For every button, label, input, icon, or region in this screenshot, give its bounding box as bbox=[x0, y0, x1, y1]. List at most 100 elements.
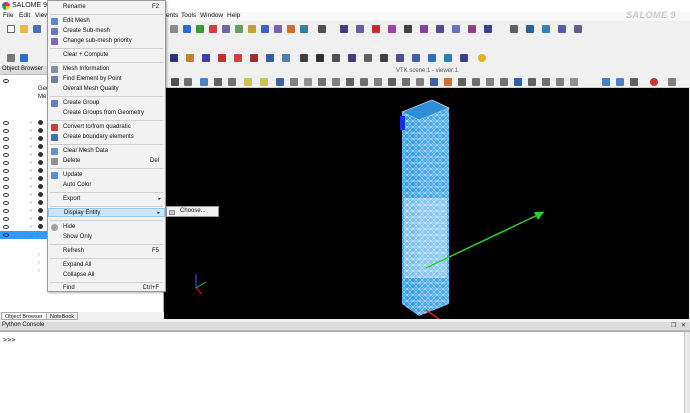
expand-arrow-icon[interactable]: › bbox=[30, 192, 32, 198]
view-tool-icon[interactable] bbox=[290, 78, 298, 86]
mesh-tool-icon[interactable] bbox=[300, 25, 308, 33]
expand-arrow-icon[interactable]: ⌄ bbox=[30, 232, 34, 238]
view-tool-icon[interactable] bbox=[304, 78, 312, 86]
expand-arrow-icon[interactable]: › bbox=[30, 200, 32, 206]
mesh-op-icon[interactable] bbox=[300, 54, 308, 62]
tree-row[interactable]: › bbox=[0, 151, 50, 159]
view-tool-icon[interactable] bbox=[374, 78, 382, 86]
mesh-tool-icon[interactable] bbox=[388, 25, 396, 33]
menu-file[interactable]: File bbox=[3, 12, 13, 19]
eye-icon[interactable] bbox=[3, 225, 9, 229]
menu-window[interactable]: Window bbox=[200, 12, 223, 19]
eye-icon[interactable] bbox=[3, 145, 9, 149]
mesh-op-icon[interactable] bbox=[380, 54, 388, 62]
mesh-op-icon[interactable] bbox=[186, 54, 194, 62]
eye-icon[interactable] bbox=[3, 185, 9, 189]
ctx-item-clear-compute[interactable]: Clear + Compute bbox=[48, 51, 165, 60]
tree-row[interactable]: › bbox=[0, 175, 50, 183]
ctx-item-overall-mesh-quality[interactable]: Overall Mesh Quality bbox=[48, 85, 165, 94]
mesh-tool-icon[interactable] bbox=[558, 25, 566, 33]
eye-icon[interactable] bbox=[3, 209, 9, 213]
mesh-tool-icon[interactable] bbox=[170, 25, 178, 33]
submenu-item-choose[interactable]: Choose... bbox=[180, 208, 206, 214]
ctx-item-refresh[interactable]: Refresh F5 bbox=[48, 247, 165, 256]
view-tool-icon[interactable] bbox=[500, 78, 508, 86]
ctx-item-rename[interactable]: Rename F2 bbox=[48, 3, 165, 12]
mesh-tool-icon[interactable] bbox=[526, 25, 534, 33]
mesh-op-icon[interactable] bbox=[396, 54, 404, 62]
expand-arrow-icon[interactable]: › bbox=[30, 184, 32, 190]
mesh-tool-icon[interactable] bbox=[183, 25, 191, 33]
mesh-op-icon[interactable] bbox=[266, 54, 274, 62]
save-icon[interactable] bbox=[33, 25, 41, 33]
eye-icon[interactable] bbox=[3, 201, 9, 205]
view-tool-icon[interactable] bbox=[402, 78, 410, 86]
mesh-tool-icon[interactable] bbox=[248, 25, 256, 33]
ctx-item-hide[interactable]: Hide bbox=[48, 223, 165, 232]
mesh-module-icon[interactable] bbox=[7, 54, 15, 62]
ctx-item-clear-mesh-data[interactable]: Clear Mesh Data bbox=[48, 147, 165, 156]
ctx-item-show-only[interactable]: Show Only bbox=[48, 233, 165, 242]
eye-icon[interactable] bbox=[3, 153, 9, 157]
ctx-item-display-entity[interactable]: Display Entity ▸ bbox=[48, 208, 165, 217]
mesh-op-icon[interactable] bbox=[282, 54, 290, 62]
tree-row[interactable]: › bbox=[0, 159, 50, 167]
mesh-tool-icon[interactable] bbox=[510, 25, 518, 33]
eye-icon[interactable] bbox=[3, 129, 9, 133]
expand-arrow-icon[interactable]: › bbox=[30, 152, 32, 158]
view-tool-icon[interactable] bbox=[228, 78, 236, 86]
tab-notebook[interactable]: NoteBook bbox=[46, 312, 79, 320]
view-tool-icon[interactable] bbox=[416, 78, 424, 86]
tree-row[interactable]: › bbox=[0, 207, 50, 215]
menu-help[interactable]: Help bbox=[227, 12, 240, 19]
mesh-op-icon[interactable] bbox=[202, 54, 210, 62]
mesh-tool-icon[interactable] bbox=[468, 25, 476, 33]
ctx-item-change-sub-mesh-priority[interactable]: Change sub-mesh priority bbox=[48, 37, 165, 46]
view-tool-icon[interactable] bbox=[528, 78, 536, 86]
view-tool-icon[interactable] bbox=[276, 78, 284, 86]
open-folder-icon[interactable] bbox=[20, 25, 28, 33]
tree-row[interactable]: › bbox=[0, 135, 50, 143]
mesh-tool-icon[interactable] bbox=[574, 25, 582, 33]
mesh-tool-icon[interactable] bbox=[196, 25, 204, 33]
view-tool-icon[interactable] bbox=[244, 78, 252, 86]
mesh-op-icon[interactable] bbox=[332, 54, 340, 62]
mesh-op-icon[interactable] bbox=[428, 54, 436, 62]
mesh-op-icon[interactable] bbox=[444, 54, 452, 62]
close-icon[interactable]: ✕ bbox=[681, 322, 686, 329]
view-tool-icon[interactable] bbox=[630, 78, 638, 86]
new-file-icon[interactable] bbox=[7, 25, 15, 33]
mesh-op-icon[interactable] bbox=[460, 54, 468, 62]
eye-icon[interactable] bbox=[3, 177, 9, 181]
mesh-op-icon[interactable] bbox=[218, 54, 226, 62]
ctx-item-export[interactable]: Export ▸ bbox=[48, 195, 165, 204]
ctx-item-find[interactable]: Find Ctrl+F bbox=[48, 284, 165, 292]
tree-row-selected[interactable]: ⌄ bbox=[0, 231, 50, 239]
view-tool-icon[interactable] bbox=[458, 78, 466, 86]
mesh-tool-icon[interactable] bbox=[404, 25, 412, 33]
tree-row[interactable]: › bbox=[0, 215, 50, 223]
python-console[interactable]: >>> bbox=[0, 331, 690, 413]
view-tool-icon[interactable] bbox=[472, 78, 480, 86]
view-tool-icon[interactable] bbox=[260, 78, 268, 86]
mesh-op-icon[interactable] bbox=[364, 54, 372, 62]
restore-icon[interactable]: ❐ bbox=[671, 322, 676, 329]
tree-row[interactable]: › bbox=[0, 191, 50, 199]
view-tool-icon[interactable] bbox=[332, 78, 340, 86]
view-tool-icon[interactable] bbox=[616, 78, 624, 86]
mesh-tool-icon[interactable] bbox=[235, 25, 243, 33]
tree-row[interactable]: › bbox=[0, 223, 50, 231]
ctx-item-mesh-information[interactable]: Mesh Information bbox=[48, 65, 165, 74]
mesh-op-icon[interactable] bbox=[348, 54, 356, 62]
tree-row[interactable]: › bbox=[0, 127, 50, 135]
expand-arrow-icon[interactable]: › bbox=[30, 128, 32, 134]
expand-arrow-icon[interactable]: › bbox=[30, 168, 32, 174]
mesh-tool-icon[interactable] bbox=[274, 25, 282, 33]
eye-icon[interactable] bbox=[3, 161, 9, 165]
view-tool-icon[interactable] bbox=[184, 78, 192, 86]
ctx-item-create-group[interactable]: Create Group bbox=[48, 99, 165, 108]
view-tool-icon[interactable] bbox=[602, 78, 610, 86]
mesh-tool-icon[interactable] bbox=[261, 25, 269, 33]
mesh-op-icon[interactable] bbox=[250, 54, 258, 62]
expand-arrow-icon[interactable]: › bbox=[30, 120, 32, 126]
